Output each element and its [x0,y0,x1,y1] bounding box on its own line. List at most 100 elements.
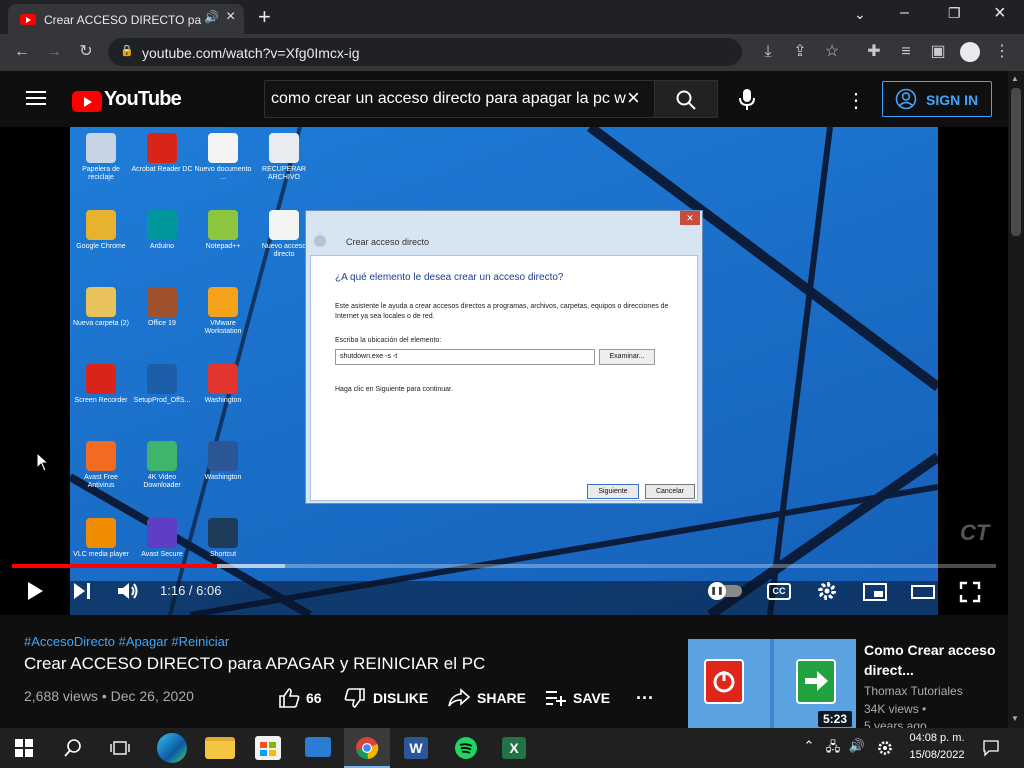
channel-watermark[interactable]: CT [960,520,989,546]
search-icon [676,90,696,110]
dialog-body: ¿A qué elemento le desea crear un acceso… [310,255,698,501]
show-hidden-icons-icon[interactable]: ⌃ [800,738,818,754]
profile-avatar-icon[interactable] [960,42,980,62]
url-text[interactable]: youtube.com/watch?v=Xfg0Imcx-ig [142,45,360,61]
tab-close-icon[interactable]: × [226,8,235,26]
forward-arrow-icon[interactable]: → [42,42,66,62]
desktop-app-icon [208,364,238,394]
dialog-location-input: shutdown.exe -s -t [335,349,595,365]
thumbs-down-icon [344,688,365,708]
settings-tray-gear-icon[interactable] [876,739,894,757]
address-bar[interactable]: 🔒 youtube.com/watch?v=Xfg0Imcx-ig ⤓ ⇪ ☆ [108,38,839,66]
thumbs-up-icon [279,688,300,708]
chrome-icon[interactable] [355,736,379,760]
settings-gear-icon[interactable] [815,579,839,603]
window-close-icon[interactable]: × [994,2,1006,25]
subtitles-button[interactable]: CC [767,583,791,600]
scroll-down-arrow-icon[interactable]: ▼ [1011,714,1019,723]
share-icon[interactable]: ⇪ [788,42,812,62]
dialog-browse-button: Examinar... [599,349,655,365]
volume-tray-icon[interactable]: 🔊 [848,738,866,754]
desktop-app-icon [86,518,116,548]
new-tab-icon[interactable]: + [258,4,271,30]
dialog-close-icon[interactable]: ✕ [680,211,700,225]
desktop-icon-label: Office 19 [148,320,176,327]
video-frame[interactable]: Papelera de reciclaje Acrobat Reader DC Nu… [70,127,938,615]
dialog-back-icon[interactable] [314,235,326,247]
extensions-puzzle-icon[interactable]: ✚ [862,42,886,62]
video-hashtags[interactable]: #AccesoDirecto #Apagar #Reiniciar [24,634,229,649]
search-button[interactable] [654,80,718,118]
scrollbar-thumb[interactable] [1011,88,1021,236]
spotify-icon[interactable] [454,736,478,760]
clock-date[interactable]: 15/08/2022 [905,749,969,761]
edge-browser-icon[interactable] [157,733,187,763]
volume-icon[interactable] [116,580,140,602]
bookmark-star-icon[interactable]: ☆ [820,42,844,62]
windows-start-icon[interactable] [15,739,33,757]
desktop-app-icon [208,287,238,317]
video-views-date: 2,688 views • Dec 26, 2020 [24,688,194,704]
browser-menu-icon[interactable]: ⋮ [990,42,1014,62]
clock-time[interactable]: 04:08 p. m. [905,732,969,744]
fullscreen-icon[interactable] [958,580,982,604]
account-circle-icon [895,88,917,110]
hamburger-menu-icon[interactable] [26,88,46,109]
miniplayer-icon[interactable] [862,582,888,602]
scroll-up-arrow-icon[interactable]: ▲ [1011,74,1019,83]
like-count: 66 [306,690,322,706]
tab-title: Crear ACCESO DIRECTO pa [44,13,202,27]
search-input[interactable]: como crear un acceso directo para apagar… [264,80,654,118]
recommended-channel[interactable]: Thomax Tutoriales [864,684,963,698]
word-icon[interactable]: W [404,737,428,759]
dialog-cancel-button: Cancelar [645,484,695,499]
sign-in-button[interactable]: SIGN IN [882,81,992,117]
taskbar-search-icon[interactable] [63,738,83,758]
tab-search-chevron-icon[interactable]: ⌄ [854,6,866,23]
notifications-icon[interactable] [982,739,1000,757]
microphone-icon[interactable] [732,84,762,114]
desktop-icon-label: Screen Recorder [74,397,128,404]
dialog-next-button: Siguiente [587,484,639,499]
theater-mode-icon[interactable] [910,583,936,601]
file-explorer-icon[interactable] [205,737,235,759]
desktop-icon: Notepad++ [192,210,254,251]
youtube-logo-icon[interactable] [72,91,102,112]
recommended-title[interactable]: Como Crear acceso direct... [864,640,1004,680]
desktop-icon-label: 4K Video Downloader [143,474,181,489]
network-icon[interactable]: 🖧 [824,738,842,760]
share-label: SHARE [477,690,527,706]
desktop-app-icon [86,287,116,317]
recommended-age: 5 years ago [864,720,927,728]
desktop-icon: RECUPERAR ARCHIVO [253,133,315,182]
media-queue-icon[interactable]: ≡ [894,42,918,62]
youtube-logo-text[interactable]: YouTube [104,88,182,111]
desktop-icon: Nuevo documento ... [192,133,254,182]
microsoft-store-icon[interactable] [255,736,281,760]
desktop-icon: VLC media player [70,518,132,559]
tab-audio-icon[interactable]: 🔊 [204,10,219,24]
reload-icon[interactable]: ↻ [74,42,98,62]
settings-more-icon[interactable]: ⋮ [846,88,866,113]
desktop-icon: Nueva carpeta (2) [70,287,132,328]
desktop-icon-label: Notepad++ [205,243,241,250]
back-arrow-icon[interactable]: ← [10,42,34,62]
excel-icon[interactable]: X [502,737,526,759]
desktop-icon-label: Washington [204,474,242,481]
install-app-icon[interactable]: ⤓ [756,42,780,62]
search-input-value[interactable]: como crear un acceso directo para apagar… [271,90,627,108]
autoplay-pause-icon[interactable]: ❚❚ [708,582,726,600]
window-restore-icon[interactable]: ❐ [948,5,961,22]
mail-icon[interactable] [305,737,331,757]
desktop-icon-label: Avast Free Antivirus [84,474,118,489]
side-panel-icon[interactable]: ▣ [926,42,950,62]
window-minimize-icon[interactable]: – [900,4,909,22]
next-video-icon[interactable] [72,581,94,601]
browser-tab-active[interactable]: Crear ACCESO DIRECTO pa 🔊 × [8,4,244,34]
dialog-description: Este asistente le ayuda a crear accesos … [335,303,669,320]
desktop-app-icon [147,210,177,240]
play-icon[interactable] [24,580,46,602]
task-view-icon[interactable] [110,739,130,757]
search-clear-icon[interactable]: × [627,85,640,111]
more-actions-icon[interactable]: ··· [636,688,654,709]
